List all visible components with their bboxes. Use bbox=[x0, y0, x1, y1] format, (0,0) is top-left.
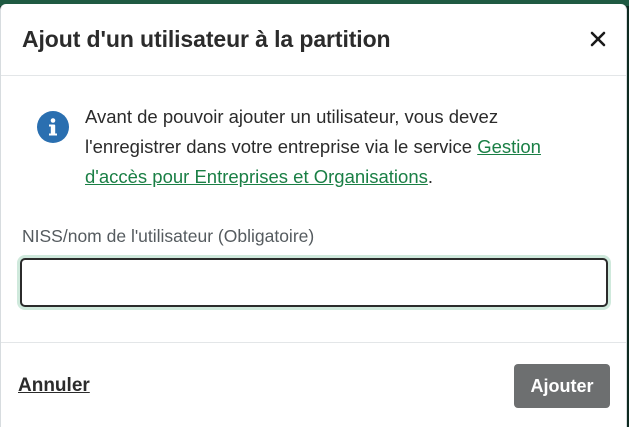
close-button[interactable] bbox=[587, 28, 609, 50]
dialog-body: Avant de pouvoir ajouter un utilisateur,… bbox=[1, 76, 626, 342]
dialog-title: Ajout d'un utilisateur à la partition bbox=[22, 26, 391, 52]
info-text-before: Avant de pouvoir ajouter un utilisateur,… bbox=[85, 106, 499, 157]
info-icon bbox=[37, 111, 69, 143]
cancel-button[interactable]: Annuler bbox=[18, 375, 90, 397]
dialog-header: Ajout d'un utilisateur à la partition bbox=[1, 4, 626, 76]
add-button[interactable]: Ajouter bbox=[514, 364, 610, 408]
niss-field-label: NISS/nom de l'utilisateur (Obligatoire) bbox=[22, 226, 315, 246]
dialog-footer: Annuler Ajouter bbox=[1, 342, 626, 427]
niss-input[interactable] bbox=[20, 258, 608, 307]
info-text: Avant de pouvoir ajouter un utilisateur,… bbox=[85, 102, 585, 192]
close-icon bbox=[590, 31, 606, 47]
add-user-dialog: Ajout d'un utilisateur à la partition Av… bbox=[0, 4, 627, 427]
info-text-after: . bbox=[427, 166, 434, 187]
